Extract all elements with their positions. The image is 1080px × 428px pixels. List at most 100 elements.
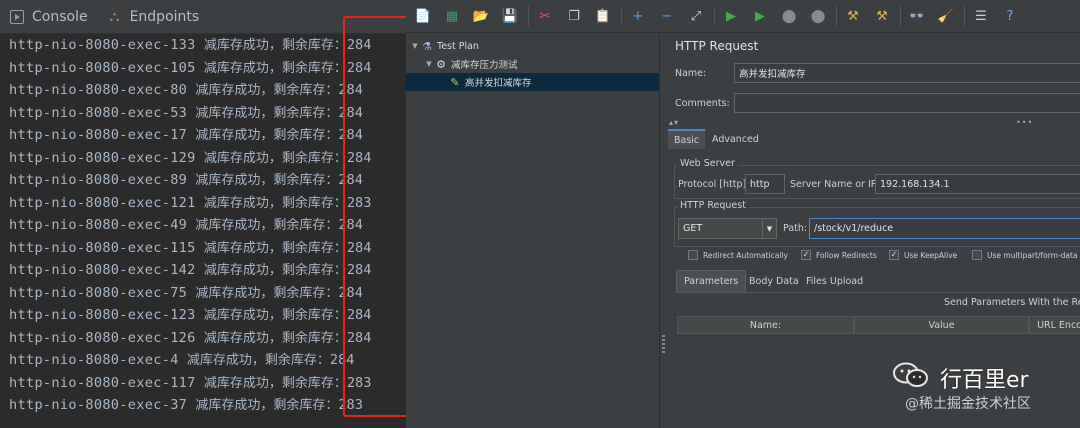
- checkbox-unchecked-icon[interactable]: [688, 250, 698, 260]
- stock-value: 284: [338, 104, 363, 121]
- console-line: http-nio-8080-exec-133 减库存成功，剩余库存：284: [0, 34, 406, 57]
- console-line: http-nio-8080-exec-126 减库存成功，剩余库存：284: [0, 327, 406, 350]
- name-label: Name:: [675, 68, 707, 79]
- stop-icon[interactable]: ⬤: [778, 5, 800, 27]
- console-line: http-nio-8080-exec-89 减库存成功，剩余库存：284: [0, 169, 406, 192]
- stock-value: 284: [329, 352, 355, 368]
- save-icon[interactable]: 💾: [499, 5, 521, 27]
- search-icon[interactable]: 👓: [906, 5, 928, 27]
- paste-icon[interactable]: 📋: [592, 5, 614, 27]
- follow-redirects-checkbox[interactable]: ✓ Follow Redirects: [801, 250, 877, 260]
- tab-body-data[interactable]: Body Data: [742, 270, 806, 292]
- toolbar-separator: [714, 6, 715, 26]
- server-field[interactable]: 192.168.134.1: [875, 174, 1080, 194]
- checkbox-checked-icon[interactable]: ✓: [801, 250, 811, 260]
- tree-item-http-request[interactable]: ✎ 高并发扣减库存: [406, 73, 659, 91]
- form-title: HTTP Request: [675, 39, 759, 53]
- use-keepalive-checkbox[interactable]: ✓ Use KeepAlive: [889, 250, 957, 260]
- console-line: http-nio-8080-exec-142 减库存成功，剩余库存：284: [0, 259, 406, 282]
- server-label: Server Name or IP:: [790, 179, 880, 190]
- expand-arrow-icon[interactable]: ▼: [410, 42, 420, 50]
- log-message: 减库存成功，剩余库存：: [186, 353, 330, 368]
- console-line: http-nio-8080-exec-105 减库存成功，剩余库存：284: [0, 57, 406, 80]
- method-select[interactable]: GET ▼: [678, 218, 777, 239]
- copy-icon[interactable]: ❐: [563, 5, 585, 27]
- use-multipart-checkbox[interactable]: Use multipart/form-data: [972, 250, 1078, 260]
- thread-name: http-nio-8080-exec-129: [9, 149, 196, 166]
- open-icon[interactable]: 📂: [470, 5, 492, 27]
- collapse-arrows-icon[interactable]: ▴▾: [669, 118, 679, 127]
- start-icon[interactable]: ▶: [720, 5, 742, 27]
- tree-item-label: 高并发扣减库存: [465, 78, 532, 89]
- tab-console[interactable]: Console: [0, 0, 98, 33]
- checkbox-unchecked-icon[interactable]: [972, 250, 982, 260]
- thread-name: http-nio-8080-exec-121: [9, 194, 196, 211]
- checkbox-checked-icon[interactable]: ✓: [889, 250, 899, 260]
- thread-name: http-nio-8080-exec-75: [9, 284, 188, 301]
- log-message: 减库存成功，剩余库存：: [203, 60, 347, 76]
- thread-name: http-nio-8080-exec-105: [9, 59, 196, 76]
- protocol-field[interactable]: http: [745, 174, 785, 194]
- thread-name: http-nio-8080-exec-49: [9, 217, 188, 233]
- name-field[interactable]: 高并发扣减库存: [734, 63, 1080, 83]
- tab-advanced[interactable]: Advanced: [706, 129, 765, 149]
- tab-endpoints[interactable]: ⛬ Endpoints: [98, 0, 210, 33]
- console-output[interactable]: http-nio-8080-exec-133 减库存成功，剩余库存：284 htt…: [0, 34, 406, 417]
- help-icon[interactable]: ?: [999, 5, 1021, 27]
- stock-value: 284: [338, 284, 363, 301]
- splitter-grip-icon[interactable]: [662, 335, 665, 355]
- toggle-icon[interactable]: ⤢: [685, 5, 707, 27]
- new-icon[interactable]: 📄: [412, 5, 434, 27]
- drag-handle-icon[interactable]: •••: [1016, 118, 1033, 127]
- log-message: 减库存成功，剩余库存：: [195, 398, 339, 413]
- tree-item-test-plan[interactable]: ▼ ⚗ Test Plan: [406, 37, 659, 55]
- log-message: 减库存成功，剩余库存：: [195, 83, 339, 98]
- test-plan-icon: ⚗: [422, 39, 432, 53]
- cut-icon[interactable]: ✂: [534, 5, 556, 27]
- expand-arrow-icon[interactable]: ▼: [424, 60, 434, 68]
- start-no-pauses-icon[interactable]: ▶: [749, 5, 771, 27]
- clear-all-icon[interactable]: ⚒: [871, 5, 893, 27]
- path-field[interactable]: /stock/v1/reduce: [809, 218, 1080, 239]
- stock-value: 284: [338, 82, 363, 98]
- console-line: http-nio-8080-exec-17 减库存成功，剩余库存：284: [0, 124, 406, 147]
- thread-name: http-nio-8080-exec-123: [9, 307, 196, 323]
- expand-icon[interactable]: +: [627, 5, 649, 27]
- tab-basic[interactable]: Basic: [668, 129, 706, 149]
- thread-name: http-nio-8080-exec-53: [9, 104, 188, 121]
- comments-field[interactable]: [734, 93, 1080, 113]
- endpoints-icon: ⛬: [109, 8, 120, 25]
- tree-splitter[interactable]: [659, 33, 666, 428]
- redirect-automatically-checkbox[interactable]: Redirect Automatically: [688, 250, 788, 260]
- column-header-url-encode[interactable]: URL Enco: [1029, 316, 1080, 334]
- console-line: http-nio-8080-exec-115 减库存成功，剩余库存：284: [0, 237, 406, 260]
- method-value: GET: [683, 223, 703, 234]
- log-message: 减库存成功，剩余库存：: [195, 128, 339, 143]
- tab-files-upload[interactable]: Files Upload: [799, 270, 870, 292]
- tree-item-thread-group[interactable]: ▼ ⚙ 减库存压力测试: [406, 55, 659, 73]
- stock-value: 283: [346, 374, 372, 391]
- function-helper-icon[interactable]: ☰: [970, 5, 992, 27]
- log-message: 减库存成功，剩余库存：: [195, 173, 339, 188]
- stock-value: 284: [346, 37, 372, 53]
- collapse-icon[interactable]: −: [656, 5, 678, 27]
- shutdown-icon[interactable]: ⬤: [807, 5, 829, 27]
- reset-search-icon[interactable]: 🧹: [935, 5, 957, 27]
- thread-name: http-nio-8080-exec-17: [9, 127, 188, 143]
- tab-parameters[interactable]: Parameters: [676, 270, 747, 292]
- console-line: http-nio-8080-exec-129 减库存成功，剩余库存：284: [0, 147, 406, 170]
- checkbox-label: Use KeepAlive: [904, 250, 958, 260]
- log-message: 减库存成功，剩余库存：: [195, 285, 339, 301]
- clear-icon[interactable]: ⚒: [842, 5, 864, 27]
- log-message: 减库存成功，剩余库存：: [203, 195, 347, 211]
- log-message: 减库存成功，剩余库存：: [203, 330, 347, 346]
- ide-tab-bar: Console ⛬ Endpoints: [0, 0, 406, 34]
- console-line: http-nio-8080-exec-121 减库存成功，剩余库存：283: [0, 192, 406, 215]
- column-header-value[interactable]: Value: [854, 316, 1029, 334]
- watermark-sub: @稀土掘金技术社区: [905, 396, 1031, 412]
- http-request-legend: HTTP Request: [677, 200, 749, 211]
- column-header-name[interactable]: Name:: [677, 316, 854, 334]
- dropdown-arrow-icon[interactable]: ▼: [762, 219, 776, 238]
- templates-icon[interactable]: ▦: [441, 5, 463, 27]
- console-line: http-nio-8080-exec-123 减库存成功，剩余库存：284: [0, 304, 406, 327]
